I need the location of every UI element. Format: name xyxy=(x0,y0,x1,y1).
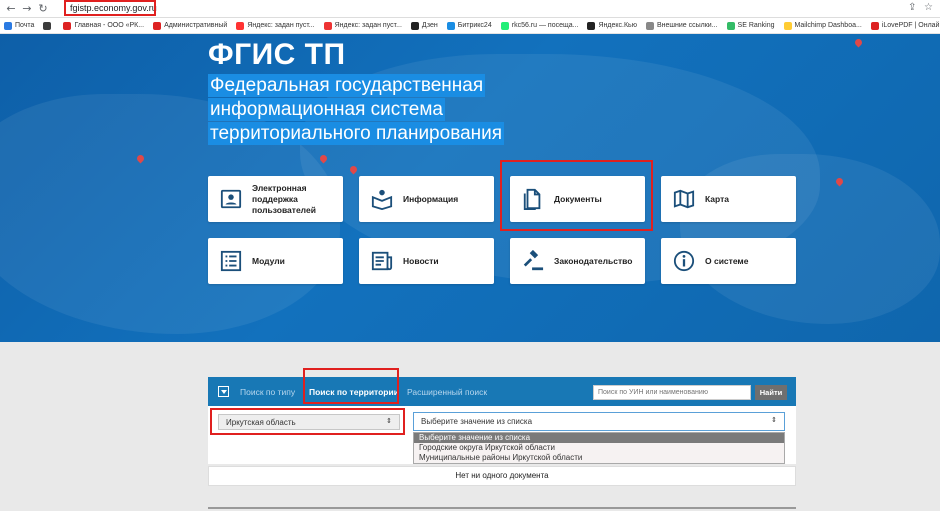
tile-legislation[interactable]: Законодательство xyxy=(510,238,645,284)
gavel-icon xyxy=(523,250,544,271)
bookmark-label: SE Ranking xyxy=(737,22,775,29)
tile-label: Карта xyxy=(705,193,729,204)
bookmarks-bar: Почта Главная - ООО «РК... Административны… xyxy=(0,18,940,34)
site-subtitle: Федеральная государственная информационн… xyxy=(208,74,518,146)
reader-icon xyxy=(371,189,393,210)
reload-icon[interactable]: ↻ xyxy=(37,2,49,15)
bookmark-label: Почта xyxy=(15,22,35,29)
bookmark-favicon-icon xyxy=(500,21,509,30)
search-bar: Поиск по типу Поиск по территории Расшир… xyxy=(208,368,796,406)
news-icon xyxy=(371,251,393,271)
divider xyxy=(208,507,796,509)
region-highlight-box xyxy=(210,408,405,435)
tab-search-by-type[interactable]: Поиск по типу xyxy=(240,387,295,397)
back-icon[interactable]: ← xyxy=(5,2,17,15)
bookmark-item[interactable]: Яндекс: задан пуст... xyxy=(323,21,402,30)
bookmark-item[interactable]: Mailchimp Dashboa... xyxy=(783,21,862,30)
tile-label: Информация xyxy=(403,193,459,204)
user-card-icon xyxy=(220,189,242,209)
bookmark-label: iLovePDF | Онлайн... xyxy=(881,22,940,29)
find-button[interactable]: Найти xyxy=(755,385,787,400)
tile-modules[interactable]: Модули xyxy=(208,238,343,284)
bookmark-item[interactable]: Административный xyxy=(153,21,228,30)
tile-label: Законодательство xyxy=(554,255,633,266)
bookmark-star-icon[interactable]: ☆ xyxy=(924,2,933,13)
bookmark-item[interactable]: Главная - ООО «РК... xyxy=(63,21,145,30)
no-results-message: Нет ни одного документа xyxy=(208,466,796,486)
document-type-dropdown: Выберите значение из списка Городские ок… xyxy=(413,432,785,464)
bookmark-item[interactable]: Битрикс24 xyxy=(446,21,492,30)
subtitle-line: Федеральная государственная xyxy=(208,74,486,97)
bookmark-label: Яндекс: задан пуст... xyxy=(247,22,315,29)
bookmark-label: rkc56.ru — посеща... xyxy=(511,22,579,29)
collapse-toggle-icon[interactable] xyxy=(218,386,229,397)
bookmark-item[interactable]: Яндекс: задан пуст... xyxy=(236,21,315,30)
tile-about[interactable]: О системе xyxy=(661,238,796,284)
hero-banner: ФГИС ТП Федеральная государственная инфо… xyxy=(0,34,940,342)
bookmark-favicon-icon xyxy=(236,21,245,30)
browser-address-bar: ← → ↻ fgistp.economy.gov.ru ⇪ ☆ xyxy=(0,0,940,18)
bookmark-item[interactable]: Почта xyxy=(4,21,35,30)
bookmark-favicon-icon xyxy=(153,21,162,30)
bookmark-item[interactable]: rkc56.ru — посеща... xyxy=(500,21,579,30)
tile-map[interactable]: Карта xyxy=(661,176,796,222)
documents-highlight-box xyxy=(500,160,653,231)
map-pin-icon xyxy=(853,37,864,48)
bookmark-favicon-icon xyxy=(645,21,654,30)
tile-news[interactable]: Новости xyxy=(359,238,494,284)
bookmark-favicon-icon xyxy=(410,21,419,30)
tab-advanced-search[interactable]: Расширенный поиск xyxy=(407,387,487,397)
tile-label: Модули xyxy=(252,255,285,266)
subtitle-line: территориального планирования xyxy=(208,122,505,145)
tile-label: Электронная поддержка пользователей xyxy=(252,182,316,215)
bookmark-favicon-icon xyxy=(43,21,52,30)
tile-label: О системе xyxy=(705,255,749,266)
url-highlight-box xyxy=(64,0,156,16)
info-icon xyxy=(673,250,695,272)
tile-information[interactable]: Информация xyxy=(359,176,494,222)
list-icon xyxy=(220,250,242,272)
site-logo[interactable]: ФГИС ТП xyxy=(208,38,346,72)
dropdown-option[interactable]: Городские округа Иркутской области xyxy=(414,443,784,453)
search-input[interactable] xyxy=(593,385,751,400)
bookmark-favicon-icon xyxy=(783,21,792,30)
map-icon xyxy=(673,189,695,209)
bookmark-favicon-icon xyxy=(870,21,879,30)
select-arrows-icon: ⇕ xyxy=(771,416,777,424)
document-type-select-value: Выберите значение из списка xyxy=(421,417,533,426)
bookmark-item[interactable]: SE Ranking xyxy=(726,21,775,30)
bookmark-item[interactable]: iLovePDF | Онлайн... xyxy=(870,21,940,30)
bookmark-label: Яндекс.Кью xyxy=(598,22,637,29)
territory-tab-highlight-box xyxy=(303,368,399,404)
bookmark-favicon-icon xyxy=(63,21,72,30)
share-icon[interactable]: ⇪ xyxy=(908,2,916,13)
bookmark-label: Битрикс24 xyxy=(457,22,492,29)
bookmark-item[interactable]: Дзен xyxy=(410,21,438,30)
bookmark-item[interactable]: Яндекс.Кью xyxy=(587,21,637,30)
subtitle-line: информационная система xyxy=(208,98,445,121)
document-type-select[interactable]: Выберите значение из списка ⇕ xyxy=(413,412,785,431)
dropdown-option[interactable]: Выберите значение из списка xyxy=(414,433,784,443)
bookmark-label: Дзен xyxy=(421,22,438,29)
bookmark-favicon-icon xyxy=(726,21,735,30)
bookmark-item[interactable]: Внешние ссылки... xyxy=(645,21,718,30)
bookmark-label: Mailchimp Dashboa... xyxy=(794,22,862,29)
tile-user-support[interactable]: Электронная поддержка пользователей xyxy=(208,176,343,222)
bookmark-label: Внешние ссылки... xyxy=(656,22,718,29)
bookmark-label: Административный xyxy=(164,22,228,29)
filters-panel: Иркутская область ⇕ Выберите значение из… xyxy=(208,406,796,464)
forward-icon[interactable]: → xyxy=(21,2,33,15)
bookmark-label: Главная - ООО «РК... xyxy=(74,22,145,29)
bookmark-favicon-icon xyxy=(587,21,596,30)
bookmark-favicon-icon xyxy=(323,21,332,30)
tile-label: Новости xyxy=(403,255,439,266)
dropdown-option[interactable]: Муниципальные районы Иркутской области xyxy=(414,453,784,463)
bookmark-favicon-icon xyxy=(446,21,455,30)
bookmark-item[interactable] xyxy=(43,21,54,30)
bookmark-favicon-icon xyxy=(4,21,12,30)
bookmark-label: Яндекс: задан пуст... xyxy=(334,22,402,29)
